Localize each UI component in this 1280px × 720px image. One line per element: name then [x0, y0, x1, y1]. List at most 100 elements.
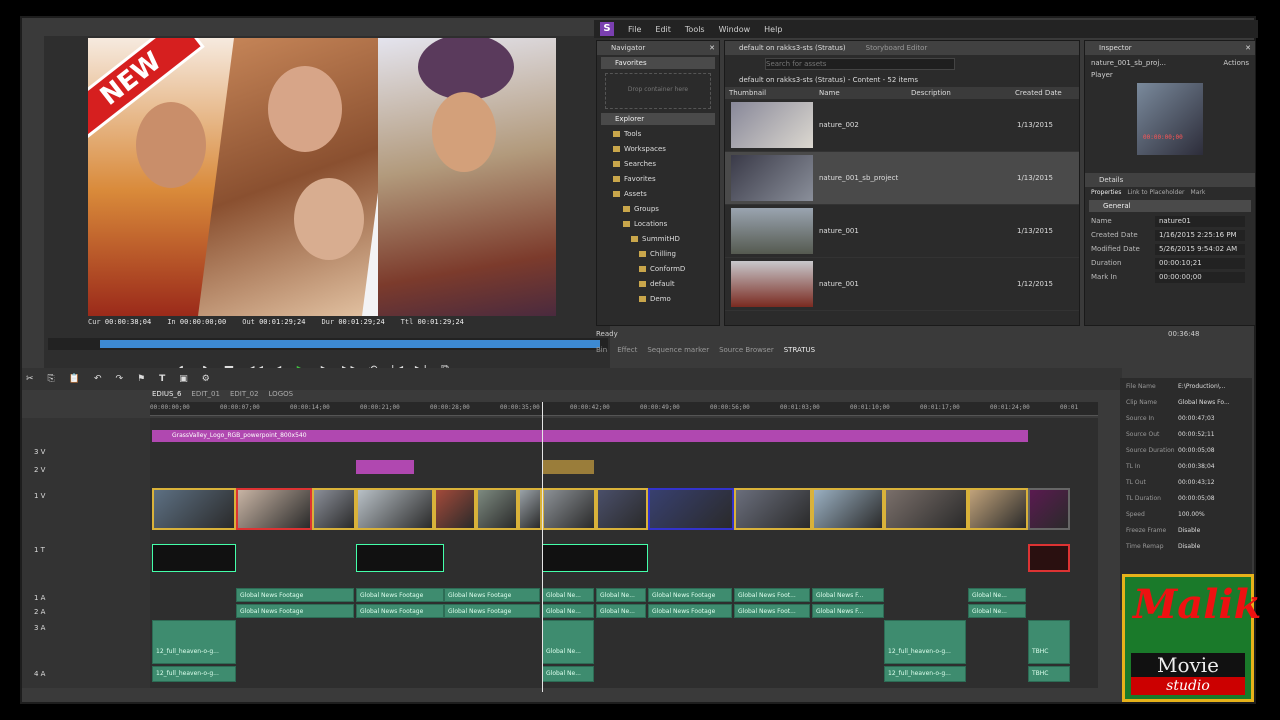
timeline-ruler[interactable]: 00:00:00;00 00:00:07;00 00:00:14;00 00:00:2… [150, 402, 1098, 416]
settings-icon[interactable]: ⚙ [202, 374, 210, 384]
video-clip[interactable] [542, 488, 596, 530]
explorer-item[interactable]: Workspaces [597, 142, 719, 157]
video-clip[interactable] [812, 488, 884, 530]
redo-icon[interactable]: ↷ [116, 374, 124, 384]
explorer-item[interactable]: Locations [597, 217, 719, 232]
col-thumbnail[interactable]: Thumbnail [725, 87, 819, 99]
audio-clip-a1[interactable]: Global News Footage [648, 588, 732, 602]
audio-clip-a2[interactable]: Global News Footage [356, 604, 444, 618]
video-clip[interactable] [884, 488, 968, 530]
explorer-item[interactable]: Searches [597, 157, 719, 172]
explorer-item[interactable]: Assets [597, 187, 719, 202]
player-thumbnail[interactable]: 00:00:00;00 [1137, 83, 1203, 155]
property-value[interactable]: nature01 [1155, 215, 1245, 227]
sequence-tab[interactable]: LOGOS [269, 390, 294, 398]
close-icon[interactable]: ✕ [1245, 41, 1251, 55]
audio-clip-a1[interactable]: Global Ne... [542, 588, 594, 602]
audio-clip-a2[interactable]: Global Ne... [542, 604, 594, 618]
video-clip[interactable] [648, 488, 734, 530]
audio-clip-a1[interactable]: Global Ne... [596, 588, 646, 602]
audio-clip-a1[interactable]: Global News Footage [236, 588, 354, 602]
audio-clip-a2[interactable]: Global Ne... [968, 604, 1026, 618]
video-clip[interactable] [518, 488, 542, 530]
grid-row[interactable]: nature_002 1/13/2015 [725, 99, 1079, 152]
video-clip[interactable] [152, 488, 236, 530]
close-icon[interactable]: ✕ [709, 41, 715, 55]
explorer-item[interactable]: Tools [597, 127, 719, 142]
sequence-tab[interactable]: EDIUS_6 [152, 390, 181, 398]
menu-help[interactable]: Help [764, 25, 782, 34]
tab-link-placeholder[interactable]: Link to Placeholder [1127, 189, 1184, 196]
audio-clip-a2[interactable]: Global News F... [812, 604, 884, 618]
grid-row[interactable]: nature_001 1/13/2015 [725, 205, 1079, 258]
title-clip-v3[interactable]: GrassValley_Logo_RGB_powerpoint_800x540 [152, 430, 1028, 442]
menu-tools[interactable]: Tools [685, 25, 705, 34]
audio-clip-a3[interactable]: 12_full_heaven-o-g... [152, 620, 236, 664]
audio-clip-a4[interactable]: 12_full_heaven-o-g... [152, 666, 236, 682]
grid-row[interactable]: nature_001 1/12/2015 [725, 258, 1079, 311]
tab-content[interactable]: default on rakks3-sts (Stratus) [739, 41, 846, 55]
audio-clip-a3[interactable]: 12_full_heaven-o-g... [884, 620, 966, 664]
menu-file[interactable]: File [628, 25, 641, 34]
copy-icon[interactable]: ⎘ [48, 374, 55, 384]
favorites-dropzone[interactable]: Drop container here [605, 73, 711, 109]
explorer-item[interactable]: Demo [597, 292, 719, 307]
property-value[interactable]: 00:00:00;00 [1155, 271, 1245, 283]
audio-clip-a2[interactable]: Global News Foot... [734, 604, 810, 618]
audio-clip-a2[interactable]: Global Ne... [596, 604, 646, 618]
title-track-clip-2[interactable] [356, 544, 444, 572]
audio-clip-a1[interactable]: Global Ne... [968, 588, 1026, 602]
text-icon[interactable]: T [159, 374, 165, 384]
audio-clip-a3[interactable]: TBHC [1028, 620, 1070, 664]
explorer-header[interactable]: Explorer [601, 113, 715, 125]
tab-properties[interactable]: Properties [1091, 189, 1121, 196]
title-track-clip-3[interactable] [542, 544, 648, 572]
cut-icon[interactable]: ✂ [26, 374, 34, 384]
audio-clip-a1[interactable]: Global News Foot... [734, 588, 810, 602]
explorer-item[interactable]: Chilling [597, 247, 719, 262]
tab-mark[interactable]: Mark [1191, 189, 1206, 196]
sequence-tab[interactable]: EDIT_02 [230, 390, 259, 398]
asset-search-input[interactable] [765, 58, 955, 70]
undo-icon[interactable]: ↶ [94, 374, 102, 384]
video-clip[interactable] [356, 488, 434, 530]
lower-tab[interactable]: Sequence marker [647, 346, 709, 354]
sequence-tab[interactable]: EDIT_01 [191, 390, 220, 398]
general-group[interactable]: General [1089, 200, 1251, 212]
audio-clip-a3[interactable]: Global Ne... [542, 620, 594, 664]
explorer-item[interactable]: SummitHD [597, 232, 719, 247]
audio-clip-a4[interactable]: 12_full_heaven-o-g... [884, 666, 966, 682]
lower-tab[interactable]: Source Browser [719, 346, 774, 354]
col-created[interactable]: Created Date [1015, 87, 1075, 99]
actions-menu[interactable]: Actions [1223, 55, 1249, 71]
title-clip-v2b[interactable] [542, 460, 594, 474]
menu-edit[interactable]: Edit [655, 25, 671, 34]
property-value[interactable]: 1/16/2015 2:25:16 PM [1155, 229, 1245, 241]
explorer-item[interactable]: ConformD [597, 262, 719, 277]
paste-icon[interactable]: 📋 [69, 374, 80, 384]
lower-tab[interactable]: STRATUS [784, 346, 815, 354]
video-clip[interactable] [1028, 488, 1070, 530]
title-clip-v2[interactable] [356, 460, 414, 474]
col-description[interactable]: Description [911, 87, 1015, 99]
video-clip[interactable] [312, 488, 356, 530]
audio-clip-a2[interactable]: Global News Footage [236, 604, 354, 618]
video-clip[interactable] [968, 488, 1028, 530]
title-track-clip-4[interactable] [1028, 544, 1070, 572]
render-icon[interactable]: ▣ [179, 374, 188, 384]
audio-clip-a2[interactable]: Global News Footage [648, 604, 732, 618]
audio-clip-a4[interactable]: TBHC [1028, 666, 1070, 682]
property-value[interactable]: 00:00:10;21 [1155, 257, 1245, 269]
video-clip[interactable] [434, 488, 476, 530]
video-clip[interactable] [596, 488, 648, 530]
video-clip[interactable] [236, 488, 312, 530]
lower-tab[interactable]: Effect [617, 346, 637, 354]
col-name[interactable]: Name [819, 87, 911, 99]
lower-tab[interactable]: Bin [596, 346, 607, 354]
audio-clip-a2[interactable]: Global News Footage [444, 604, 540, 618]
playhead[interactable] [542, 402, 543, 692]
audio-clip-a4[interactable]: Global Ne... [542, 666, 594, 682]
video-clip[interactable] [734, 488, 812, 530]
video-clip[interactable] [476, 488, 518, 530]
menu-window[interactable]: Window [719, 25, 751, 34]
